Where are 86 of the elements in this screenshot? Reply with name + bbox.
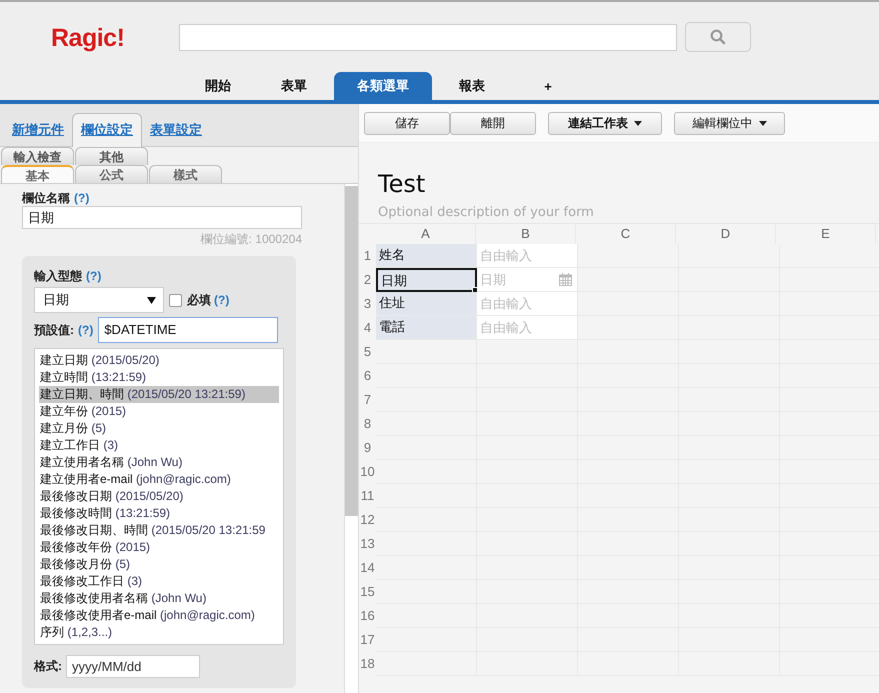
row-number: 13 [359,535,376,553]
field-label-cell[interactable]: 日期 [376,268,477,292]
panel-tab[interactable]: 表單設定 [142,114,210,146]
field-label-cell[interactable]: 電話 [376,316,477,340]
help-link[interactable]: (?) [214,293,230,307]
input-type-label: 輸入型態 [34,268,82,284]
row-number: 12 [359,511,376,529]
search-field[interactable] [179,24,677,50]
sub-tab[interactable]: 公式 [75,165,148,183]
preset-option[interactable]: 建立使用者e-mail (john@ragic.com) [39,471,279,488]
calendar-icon [559,273,572,286]
form-title[interactable]: Test [378,168,879,201]
field-name-label: 欄位名稱 [22,190,70,206]
row-number: 3 [362,295,372,313]
row-number: 9 [362,439,372,457]
preset-option[interactable]: 建立使用者名稱 (John Wu) [39,454,279,471]
preset-option[interactable]: 最後修改工作日 (3) [39,573,279,590]
preset-option[interactable]: 最後修改年份 (2015) [39,539,279,556]
field-id: 欄位編號: 1000204 [200,231,302,248]
toolbar-button[interactable]: 連結工作表 [548,112,662,134]
logo[interactable]: Ragic! [51,24,179,52]
row-number: 2 [362,271,372,289]
format-label: 格式: [34,658,62,675]
row-number: 6 [362,367,372,385]
sub-tab[interactable]: 樣式 [149,165,222,183]
panel-tab[interactable]: 新增元件 [4,114,72,146]
search-button[interactable] [685,22,751,52]
nav-tab[interactable]: 開始 [180,72,256,100]
field-label-cell[interactable]: 住址 [376,292,477,316]
row-number: 17 [359,631,376,649]
toolbar-button[interactable]: 離開 [450,112,536,134]
preset-option[interactable]: 建立工作日 (3) [39,437,279,454]
preset-option[interactable]: 建立日期 (2015/05/20) [39,352,279,369]
panel-tab[interactable]: 欄位設定 [72,113,142,147]
help-link[interactable]: (?) [78,323,94,337]
nav-tab[interactable]: + [510,72,586,100]
preset-option[interactable]: 最後修改時間 (13:21:59) [39,505,279,522]
row-number: 14 [359,559,376,577]
row-number: 1 [362,247,372,265]
nav-tab[interactable]: 表單 [256,72,332,100]
grid-cell[interactable] [376,340,477,364]
preset-option[interactable]: 建立月份 (5) [39,420,279,437]
dropdown-icon [147,296,156,304]
sub-tab[interactable]: 輸入檢查 [1,147,74,165]
required-checkbox[interactable] [169,294,182,306]
preset-option[interactable]: 建立日期、時間 (2015/05/20 13:21:59) [39,386,279,403]
preset-option[interactable]: 最後修改使用者名稱 (John Wu) [39,590,279,607]
required-label: 必填 [187,292,211,308]
help-link[interactable]: (?) [86,269,102,283]
grid-cell[interactable] [477,340,578,364]
row-number: 16 [359,607,376,625]
default-value-label: 預設值: [34,322,74,338]
preset-option[interactable]: 最後修改月份 (5) [39,556,279,573]
preset-option[interactable]: 最後修改日期、時間 (2015/05/20 13:21:59 [39,522,279,539]
nav-tab[interactable]: 各類選單 [334,72,432,100]
preset-option[interactable]: 建立時間 (13:21:59) [39,369,279,386]
field-name-input[interactable]: 日期 [22,206,302,229]
row-number: 11 [360,487,376,505]
preset-option[interactable]: 建立年份 (2015) [39,403,279,420]
default-value-input[interactable]: $DATETIME [98,317,278,343]
format-input[interactable]: yyyy/MM/dd [66,655,200,678]
field-label-cell[interactable]: 姓名 [376,244,477,268]
column-header[interactable]: E [776,224,876,244]
scrollbar[interactable] [344,184,358,693]
preset-list[interactable] [34,348,284,645]
row-number: 4 [362,319,372,337]
row-number: 18 [359,655,376,673]
preset-option[interactable]: 序列 (1,2,3...) [39,624,279,641]
column-header[interactable]: D [676,224,776,244]
help-link[interactable]: (?) [74,191,90,205]
caret-icon [758,120,766,126]
search-icon [710,29,726,45]
toolbar-button[interactable]: 儲存 [364,112,450,134]
row-number: 8 [362,415,372,433]
nav-tab[interactable]: 報表 [434,72,510,100]
preset-option[interactable]: 最後修改日期 (2015/05/20) [39,488,279,505]
row-number: 5 [362,343,372,361]
sub-tab[interactable]: 其他 [75,147,148,165]
toolbar-button[interactable]: 編輯欄位中 [674,112,785,134]
row-number: 10 [359,463,376,481]
row-number: 7 [362,391,372,409]
sub-tab[interactable]: 基本 [1,165,74,183]
row-number: 15 [359,583,376,601]
preset-option[interactable]: 最後修改使用者e-mail (john@ragic.com) [39,607,279,624]
caret-icon [634,120,642,126]
input-type-select[interactable]: 日期 [34,287,164,313]
